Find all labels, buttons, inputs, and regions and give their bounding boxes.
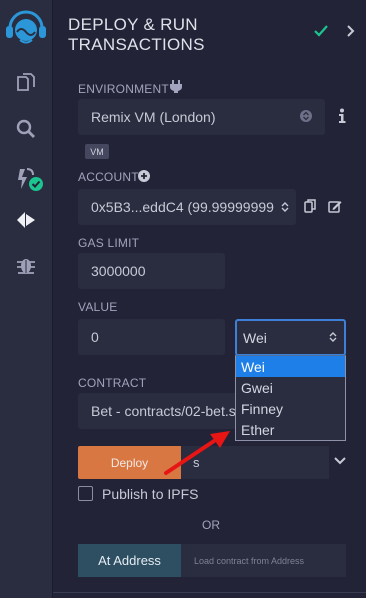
- value-unit-selected: Wei: [243, 329, 267, 346]
- edit-icon[interactable]: [328, 199, 342, 213]
- vm-badge: VM: [85, 144, 109, 159]
- select-arrows-icon: [300, 110, 312, 122]
- publish-ipfs-checkbox[interactable]: [78, 486, 93, 501]
- at-address-placeholder: Load contract from Address: [194, 555, 305, 566]
- account-select[interactable]: 0x5B3...eddC4 (99.99999999: [78, 189, 296, 225]
- deploy-run-icon[interactable]: [14, 208, 38, 232]
- chevron-right-icon[interactable]: [346, 25, 355, 37]
- at-address-input[interactable]: Load contract from Address: [181, 544, 346, 577]
- unit-option-gwei[interactable]: Gwei: [236, 377, 345, 398]
- value-input[interactable]: 0: [78, 319, 225, 355]
- chevron-down-icon[interactable]: [334, 457, 346, 465]
- gas-limit-value: 3000000: [91, 263, 146, 279]
- contract-label: CONTRACT: [78, 376, 147, 390]
- gas-limit-label: GAS LIMIT: [78, 236, 140, 250]
- environment-label: ENVIRONMENT: [78, 82, 169, 96]
- debugger-icon[interactable]: [14, 253, 38, 277]
- account-label: ACCOUNT: [78, 170, 139, 184]
- unit-option-ether[interactable]: Ether: [236, 419, 345, 440]
- environment-value: Remix VM (London): [91, 109, 216, 125]
- icon-panel: [0, 0, 52, 598]
- environment-select[interactable]: Remix VM (London): [78, 99, 325, 135]
- search-icon[interactable]: [14, 117, 38, 141]
- contract-value: Bet - contracts/02-bet.sol: [91, 403, 247, 419]
- select-arrows-icon: [329, 332, 337, 342]
- or-separator: OR: [202, 518, 220, 532]
- gas-limit-input[interactable]: 3000000: [78, 253, 225, 289]
- value-amount: 0: [91, 329, 99, 345]
- select-arrows-icon: [281, 202, 289, 212]
- annotation-arrow-icon: [164, 431, 230, 475]
- page-title: DEPLOY & RUN TRANSACTIONS: [68, 15, 205, 54]
- unit-option-wei[interactable]: Wei: [236, 356, 345, 377]
- check-icon: [314, 25, 328, 37]
- account-value: 0x5B3...eddC4 (99.99999999: [91, 199, 274, 215]
- unit-option-finney[interactable]: Finney: [236, 398, 345, 419]
- at-address-button[interactable]: At Address: [78, 544, 181, 577]
- plus-icon[interactable]: [138, 170, 150, 182]
- copy-icon[interactable]: [304, 199, 316, 213]
- compiler-icon[interactable]: [14, 165, 44, 193]
- info-icon[interactable]: [338, 108, 346, 124]
- value-label: VALUE: [78, 300, 118, 314]
- plug-icon: [170, 80, 182, 93]
- panel-divider: [52, 0, 53, 598]
- publish-ipfs-label: Publish to IPFS: [102, 486, 199, 502]
- unit-dropdown-list: Wei Gwei Finney Ether: [235, 355, 346, 441]
- file-explorer-icon[interactable]: [14, 70, 38, 94]
- bottom-divider: [53, 592, 366, 593]
- remix-logo-icon[interactable]: [4, 6, 48, 46]
